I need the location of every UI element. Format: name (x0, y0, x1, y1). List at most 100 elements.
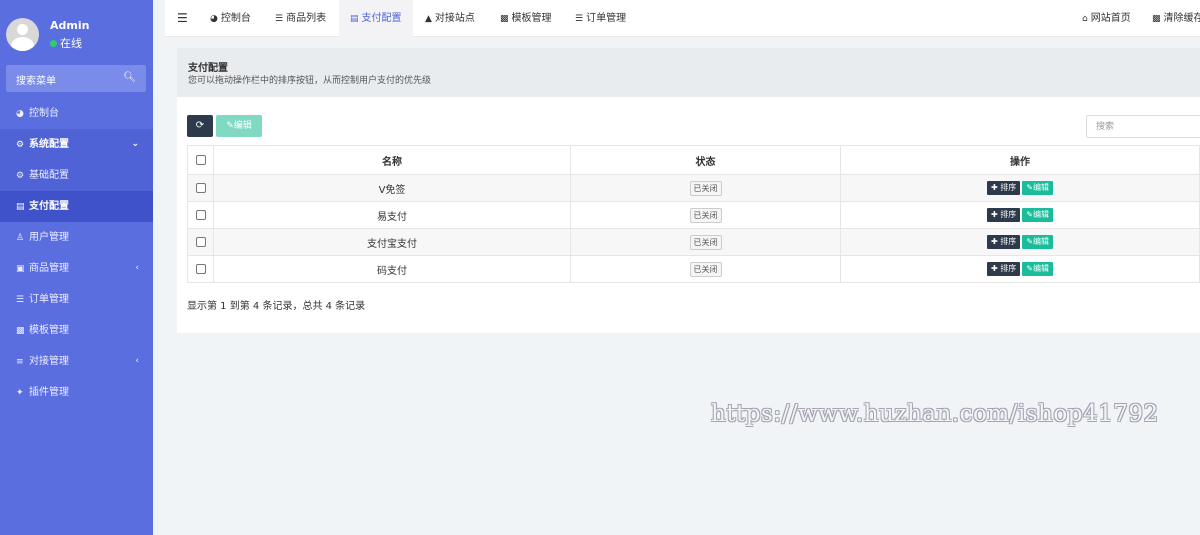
sidebar-menu: ◕ 控制台 ⚙ 系统配置 ⌄ ⚙ 基础配置 ▤ 支付配置 ♙ 用户管理 ▣ 商品管理 ‹ ☰ 订单… (0, 98, 153, 408)
menu-toggle[interactable]: ☰ (177, 0, 188, 37)
trash-icon: ▩ (1152, 14, 1161, 24)
sidebar-search[interactable]: 搜索菜单 🔍︎ (6, 65, 146, 92)
row-actions: ✚ 排序 ✎编辑 (840, 201, 1200, 229)
list-icon: ☰ (275, 14, 284, 24)
site-home-label: 网站首页 (1090, 13, 1131, 24)
sort-button[interactable]: ✚ 排序 (987, 262, 1021, 276)
row-status-cell: 已关闭 (570, 174, 841, 202)
list-icon: ☰ (575, 14, 584, 24)
row-checkbox[interactable] (195, 263, 206, 274)
sidebar-item-templates[interactable]: ▩ 模板管理 (0, 315, 153, 346)
tab-product-list[interactable]: ☰ 商品列表 (275, 0, 326, 37)
table-icon: ▤ (350, 14, 359, 24)
clear-cache-link[interactable]: ▩ 清除缓存 (1152, 0, 1200, 37)
tab-label: 商品列表 (286, 13, 327, 24)
row-edit-button[interactable]: ✎编辑 (1022, 262, 1053, 276)
cart-icon: ▣ (16, 264, 25, 274)
chevron-left-icon: ‹ (135, 263, 139, 273)
row-checkbox[interactable] (195, 236, 206, 247)
refresh-icon: ⟳ (195, 120, 205, 131)
row-name: 易支付 (213, 201, 571, 229)
sort-button[interactable]: ✚ 排序 (987, 208, 1021, 222)
search-icon[interactable]: 🔍︎ (123, 72, 136, 83)
sidebar-item-payment-config[interactable]: ▤ 支付配置 (0, 191, 153, 222)
clear-cache-label: 清除缓存 (1163, 13, 1200, 24)
status-badge: 已关闭 (689, 261, 722, 277)
sidebar-item-orders[interactable]: ☰ 订单管理 (0, 284, 153, 315)
select-all-checkbox[interactable] (195, 154, 206, 165)
plus-icon: ✚ (991, 264, 998, 273)
pencil-icon: ✎ (1026, 183, 1033, 192)
refresh-button[interactable]: ⟳ (187, 115, 213, 137)
plus-icon: ✚ (991, 237, 998, 246)
row-checkbox-cell (187, 255, 214, 283)
sidebar-item-label: 对接管理 (29, 356, 69, 367)
column-header-name[interactable]: 名称 (213, 145, 571, 175)
dashboard-icon: ◕ (16, 109, 24, 119)
sidebar-item-label: 订单管理 (29, 294, 69, 305)
sidebar-item-label: 支付配置 (29, 201, 69, 212)
watermark-text: https://www.huzhan.com/ishop41792 (711, 401, 1159, 427)
table-row: 支付宝支付 已关闭 ✚ 排序 ✎编辑 (187, 228, 1200, 256)
row-edit-label: 编辑 (1032, 264, 1049, 273)
sidebar-item-dashboard[interactable]: ◕ 控制台 (0, 98, 153, 129)
tab-payment-config[interactable]: ▤ 支付配置 (339, 0, 413, 37)
tab-dashboard[interactable]: ◕ 控制台 (210, 0, 251, 37)
payment-table: 名称 状态 操作 V免签 已关闭 ✚ 排序 ✎编辑 易支付 已关闭 ✚ 排序 ✎编辑… (187, 145, 1200, 283)
row-checkbox[interactable] (195, 209, 206, 220)
menu-icon[interactable]: ☰ (177, 11, 188, 25)
sidebar-item-label: 用户管理 (29, 232, 69, 243)
status-badge: 已关闭 (689, 234, 722, 250)
sitemap-icon: ▲ (425, 14, 432, 24)
content-header: 支付配置 您可以拖动操作栏中的排序按钮，从而控制用户支付的优先级 (177, 48, 1200, 97)
sidebar-item-products[interactable]: ▣ 商品管理 ‹ (0, 253, 153, 284)
row-actions: ✚ 排序 ✎编辑 (840, 255, 1200, 283)
site-home-link[interactable]: ⌂ 网站首页 (1082, 0, 1131, 37)
row-actions: ✚ 排序 ✎编辑 (840, 174, 1200, 202)
search-input[interactable] (1086, 115, 1200, 138)
gear-icon: ⚙ (16, 140, 25, 150)
user-panel: Admin 在线 (0, 0, 153, 58)
table-icon: ▤ (16, 202, 25, 212)
row-edit-label: 编辑 (1032, 183, 1049, 192)
sidebar-item-basic-config[interactable]: ⚙ 基础配置 (0, 160, 153, 191)
home-icon: ⌂ (1082, 14, 1088, 24)
sidebar-search-placeholder: 搜索菜单 (16, 76, 56, 87)
page-title: 支付配置 (188, 63, 228, 74)
sidebar-item-plugins[interactable]: ✦ 插件管理 (0, 377, 153, 408)
tab-templates[interactable]: ▩ 模板管理 (500, 0, 552, 37)
row-edit-label: 编辑 (1032, 210, 1049, 219)
row-status-cell: 已关闭 (570, 255, 841, 283)
status-badge: 已关闭 (689, 180, 722, 196)
sort-label: 排序 (1000, 264, 1017, 273)
row-edit-button[interactable]: ✎编辑 (1022, 235, 1053, 249)
chevron-left-icon: ‹ (135, 356, 139, 366)
row-status-cell: 已关闭 (570, 228, 841, 256)
sidebar-item-users[interactable]: ♙ 用户管理 (0, 222, 153, 253)
row-checkbox[interactable] (195, 182, 206, 193)
tab-orders[interactable]: ☰ 订单管理 (575, 0, 626, 37)
user-name: Admin (50, 19, 90, 32)
tab-docking-sites[interactable]: ▲ 对接站点 (425, 0, 475, 37)
row-status-cell: 已关闭 (570, 201, 841, 229)
table-row: V免签 已关闭 ✚ 排序 ✎编辑 (187, 174, 1200, 202)
sort-button[interactable]: ✚ 排序 (987, 235, 1021, 249)
row-edit-button[interactable]: ✎编辑 (1022, 181, 1053, 195)
tab-label: 模板管理 (511, 13, 552, 24)
sidebar-item-integration[interactable]: ≡ 对接管理 ‹ (0, 346, 153, 377)
edit-button[interactable]: ✎编辑 (216, 115, 262, 137)
plus-icon: ✚ (991, 183, 998, 192)
row-edit-button[interactable]: ✎编辑 (1022, 208, 1053, 222)
user-status-text: 在线 (60, 37, 82, 50)
sidebar-item-label: 基础配置 (29, 170, 69, 181)
table-row: 码支付 已关闭 ✚ 排序 ✎编辑 (187, 255, 1200, 283)
plus-icon: ✚ (991, 210, 998, 219)
page-description: 您可以拖动操作栏中的排序按钮，从而控制用户支付的优先级 (188, 76, 432, 86)
sort-button[interactable]: ✚ 排序 (987, 181, 1021, 195)
list-icon: ☰ (16, 295, 25, 305)
pencil-icon: ✎ (226, 121, 234, 131)
sidebar-item-system-config[interactable]: ⚙ 系统配置 ⌄ (0, 129, 153, 160)
tab-label: 控制台 (220, 13, 251, 24)
column-header-status[interactable]: 状态 (570, 145, 841, 175)
gear-icon: ⚙ (16, 171, 25, 181)
